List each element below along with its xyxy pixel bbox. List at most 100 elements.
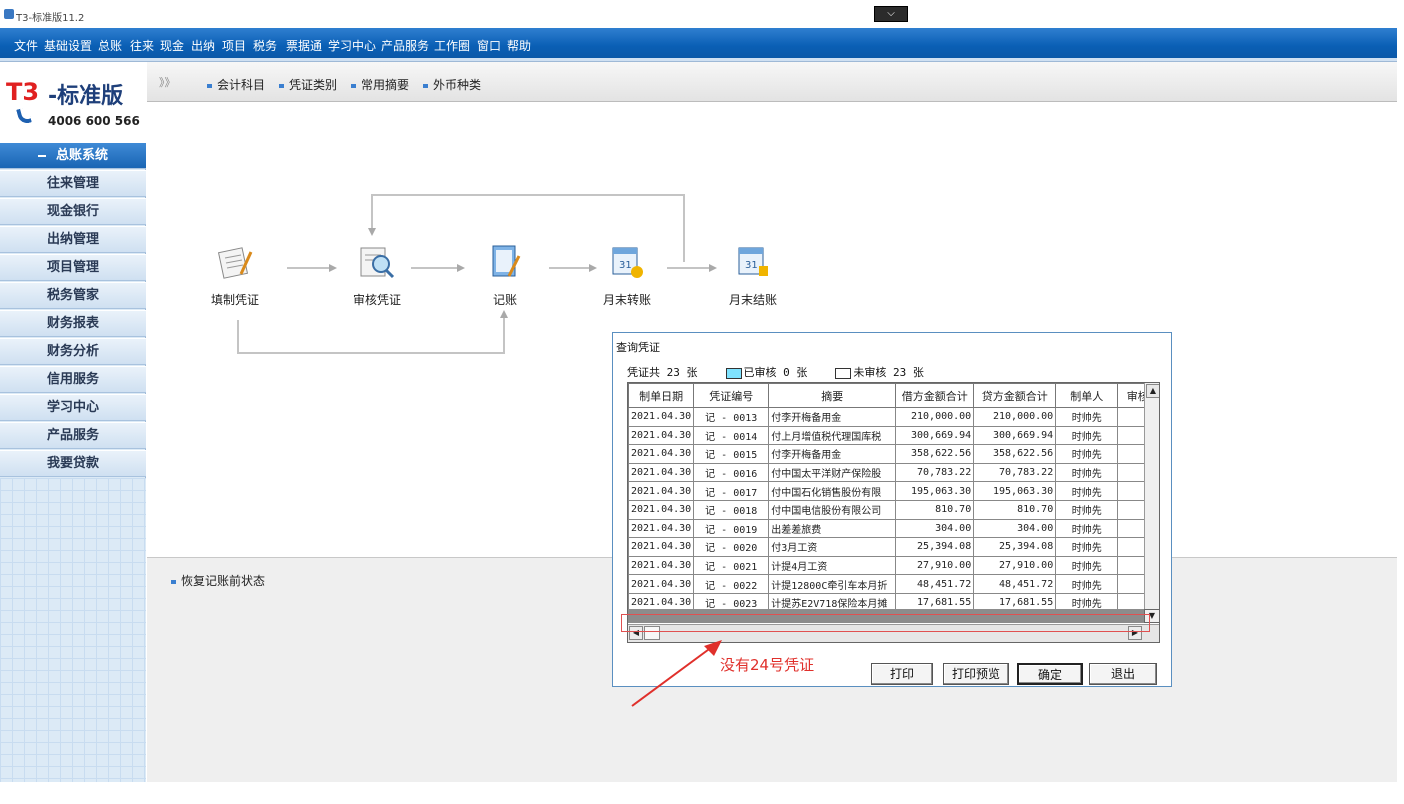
cell-voucher-no: 记 - 0013	[693, 407, 770, 427]
cell-preparer: 时帅先	[1055, 555, 1119, 576]
menu-products[interactable]: 产品服务	[381, 37, 429, 54]
logo-edition: -标准版	[48, 84, 124, 109]
print-preview-button[interactable]: 打印预览	[943, 663, 1009, 685]
cell-date: 2021.04.30	[628, 407, 695, 427]
cell-summary: 出差差旅费	[768, 518, 897, 539]
cell-date: 2021.04.30	[628, 444, 695, 464]
table-row[interactable]: 2021.04.30 记 - 0019 出差差旅费 304.00 304.00 时帅先	[628, 518, 1159, 539]
audited-swatch	[725, 367, 742, 379]
link-accounts[interactable]: 会计科目	[207, 76, 265, 93]
confirm-button[interactable]: 确定	[1017, 663, 1083, 685]
sidebar-item-loan[interactable]: 我要贷款	[0, 450, 146, 477]
menu-tax[interactable]: 税务	[253, 37, 277, 54]
cell-credit: 358,622.56	[973, 444, 1057, 464]
cell-summary: 付李开梅备用金	[768, 407, 897, 427]
cell-preparer: 时帅先	[1055, 537, 1119, 557]
col-debit-total[interactable]: 借方金额合计	[895, 383, 975, 408]
cell-debit: 304.00	[895, 518, 975, 539]
dialog-title: 查询凭证	[616, 341, 660, 354]
connector-line	[667, 267, 709, 269]
cell-preparer: 时帅先	[1055, 499, 1119, 520]
menu-learning[interactable]: 学习中心	[328, 37, 376, 54]
link-voucher-types[interactable]: 凭证类别	[279, 76, 337, 93]
cell-debit: 810.70	[895, 499, 975, 520]
flow-node-label: 审核凭证	[352, 293, 401, 307]
exit-button[interactable]: 退出	[1089, 663, 1157, 685]
scroll-up-icon[interactable]: ▲	[1146, 384, 1159, 398]
window-edge	[1397, 28, 1404, 804]
menu-cash[interactable]: 现金	[160, 37, 184, 54]
sidebar-item-tax[interactable]: 税务管家	[0, 282, 146, 309]
table-row[interactable]: 2021.04.30 记 - 0021 计提4月工资 27,910.00 27,910.…	[628, 555, 1159, 576]
cell-credit: 25,394.08	[973, 537, 1057, 557]
bullet-icon	[279, 83, 284, 88]
sidebar-item-cashier[interactable]: 出纳管理	[0, 226, 146, 253]
chevron-down-icon[interactable]: ⌵	[874, 6, 908, 22]
sidebar-item-learning[interactable]: 学习中心	[0, 394, 146, 421]
sidebar-item-label: 总账系统	[55, 148, 108, 163]
flow-node-fill-voucher[interactable]: 填制凭证	[199, 242, 271, 308]
cell-date: 2021.04.30	[628, 481, 695, 501]
flow-node-month-close[interactable]: 31 月末结账	[713, 242, 793, 308]
vertical-scrollbar[interactable]: ▲	[1144, 383, 1159, 609]
menu-receivables[interactable]: 往来	[130, 37, 154, 54]
table-row[interactable]: 2021.04.30 记 - 0016 付中国太平洋财产保险股 70,783.22 70…	[628, 462, 1159, 483]
voucher-grid[interactable]: 制单日期 凭证编号 摘要 借方金额合计 贷方金额合计 制单人 审核 2021.0…	[627, 382, 1160, 643]
sidebar-item-credit[interactable]: 信用服务	[0, 366, 146, 393]
menu-invoice[interactable]: 票据通	[286, 37, 322, 54]
restore-posting-link[interactable]: 恢复记账前状态	[171, 572, 265, 589]
table-row[interactable]: 2021.04.30 记 - 0014 付上月增值税代理国库税 300,669.94 3…	[628, 425, 1159, 446]
col-preparer[interactable]: 制单人	[1055, 383, 1119, 408]
table-row[interactable]: 2021.04.30 记 - 0022 计提12800C牵引车本月折 48,451.7…	[628, 574, 1159, 594]
title-bar: T3-标准版11.2 ⌵	[0, 0, 1404, 28]
flow-node-month-transfer[interactable]: 31 月末转账	[587, 242, 667, 308]
flow-node-label: 记账	[492, 293, 517, 307]
menu-cashier[interactable]: 出纳	[191, 37, 215, 54]
cell-summary: 付上月增值税代理国库税	[768, 425, 897, 446]
cell-date: 2021.04.30	[628, 574, 695, 594]
table-row[interactable]: 2021.04.30 记 - 0013 付李开梅备用金 210,000.00 210,0…	[628, 407, 1159, 427]
expand-arrows-icon[interactable]: 》》	[159, 74, 176, 90]
flow-node-posting[interactable]: 记账	[469, 242, 541, 308]
table-row[interactable]: 2021.04.30 记 - 0017 付中国石化销售股份有限 195,063.30 1…	[628, 481, 1159, 501]
connector-line	[683, 194, 685, 262]
voucher-form-icon	[217, 247, 253, 279]
logo-t3: T3	[6, 78, 40, 106]
menu-workcircle[interactable]: 工作圈	[434, 37, 470, 54]
menu-project[interactable]: 项目	[222, 37, 246, 54]
menu-general-ledger[interactable]: 总账	[98, 37, 122, 54]
col-summary[interactable]: 摘要	[768, 383, 897, 408]
col-credit-total[interactable]: 贷方金额合计	[973, 383, 1057, 408]
arrow-right-icon	[329, 264, 337, 272]
table-row[interactable]: 2021.04.30 记 - 0020 付3月工资 25,394.08 25,394.0…	[628, 537, 1159, 557]
menu-file[interactable]: 文件	[14, 37, 38, 54]
bullet-icon	[351, 83, 356, 88]
cell-voucher-no: 记 - 0021	[693, 555, 770, 576]
link-currencies[interactable]: 外币种类	[423, 76, 481, 93]
print-button[interactable]: 打印	[871, 663, 933, 685]
sidebar-item-reports[interactable]: 财务报表	[0, 310, 146, 337]
table-row[interactable]: 2021.04.30 记 - 0018 付中国电信股份有限公司 810.70 810.7…	[628, 499, 1159, 520]
sidebar-item-receivables[interactable]: 往来管理	[0, 170, 146, 197]
sidebar-item-products[interactable]: 产品服务	[0, 422, 146, 449]
sidebar-item-cash-bank[interactable]: 现金银行	[0, 198, 146, 225]
cell-debit: 195,063.30	[895, 481, 975, 501]
table-row[interactable]: 2021.04.30 记 - 0015 付李开梅备用金 358,622.56 358,6…	[628, 444, 1159, 464]
annotation-arrow-icon	[631, 640, 722, 707]
cell-voucher-no: 记 - 0017	[693, 481, 770, 501]
col-date[interactable]: 制单日期	[628, 383, 695, 408]
col-voucher-no[interactable]: 凭证编号	[693, 383, 770, 408]
sidebar-item-analysis[interactable]: 财务分析	[0, 338, 146, 365]
sidebar-item-project[interactable]: 项目管理	[0, 254, 146, 281]
sidebar-item-label: 财务报表	[46, 316, 99, 331]
menu-window[interactable]: 窗口	[477, 37, 501, 54]
cell-voucher-no: 记 - 0015	[693, 444, 770, 464]
link-common-summaries[interactable]: 常用摘要	[351, 76, 409, 93]
calendar-close-icon: 31	[738, 247, 768, 276]
flow-node-audit-voucher[interactable]: 审核凭证	[341, 242, 413, 308]
voucher-stats: 凭证共 23 张 已审核 0 张 未审核 23 张	[627, 364, 924, 380]
menu-basic-settings[interactable]: 基础设置	[44, 37, 92, 54]
connector-line	[287, 267, 329, 269]
sidebar-item-general-ledger[interactable]: 总账系统	[0, 142, 146, 169]
menu-help[interactable]: 帮助	[507, 37, 531, 54]
